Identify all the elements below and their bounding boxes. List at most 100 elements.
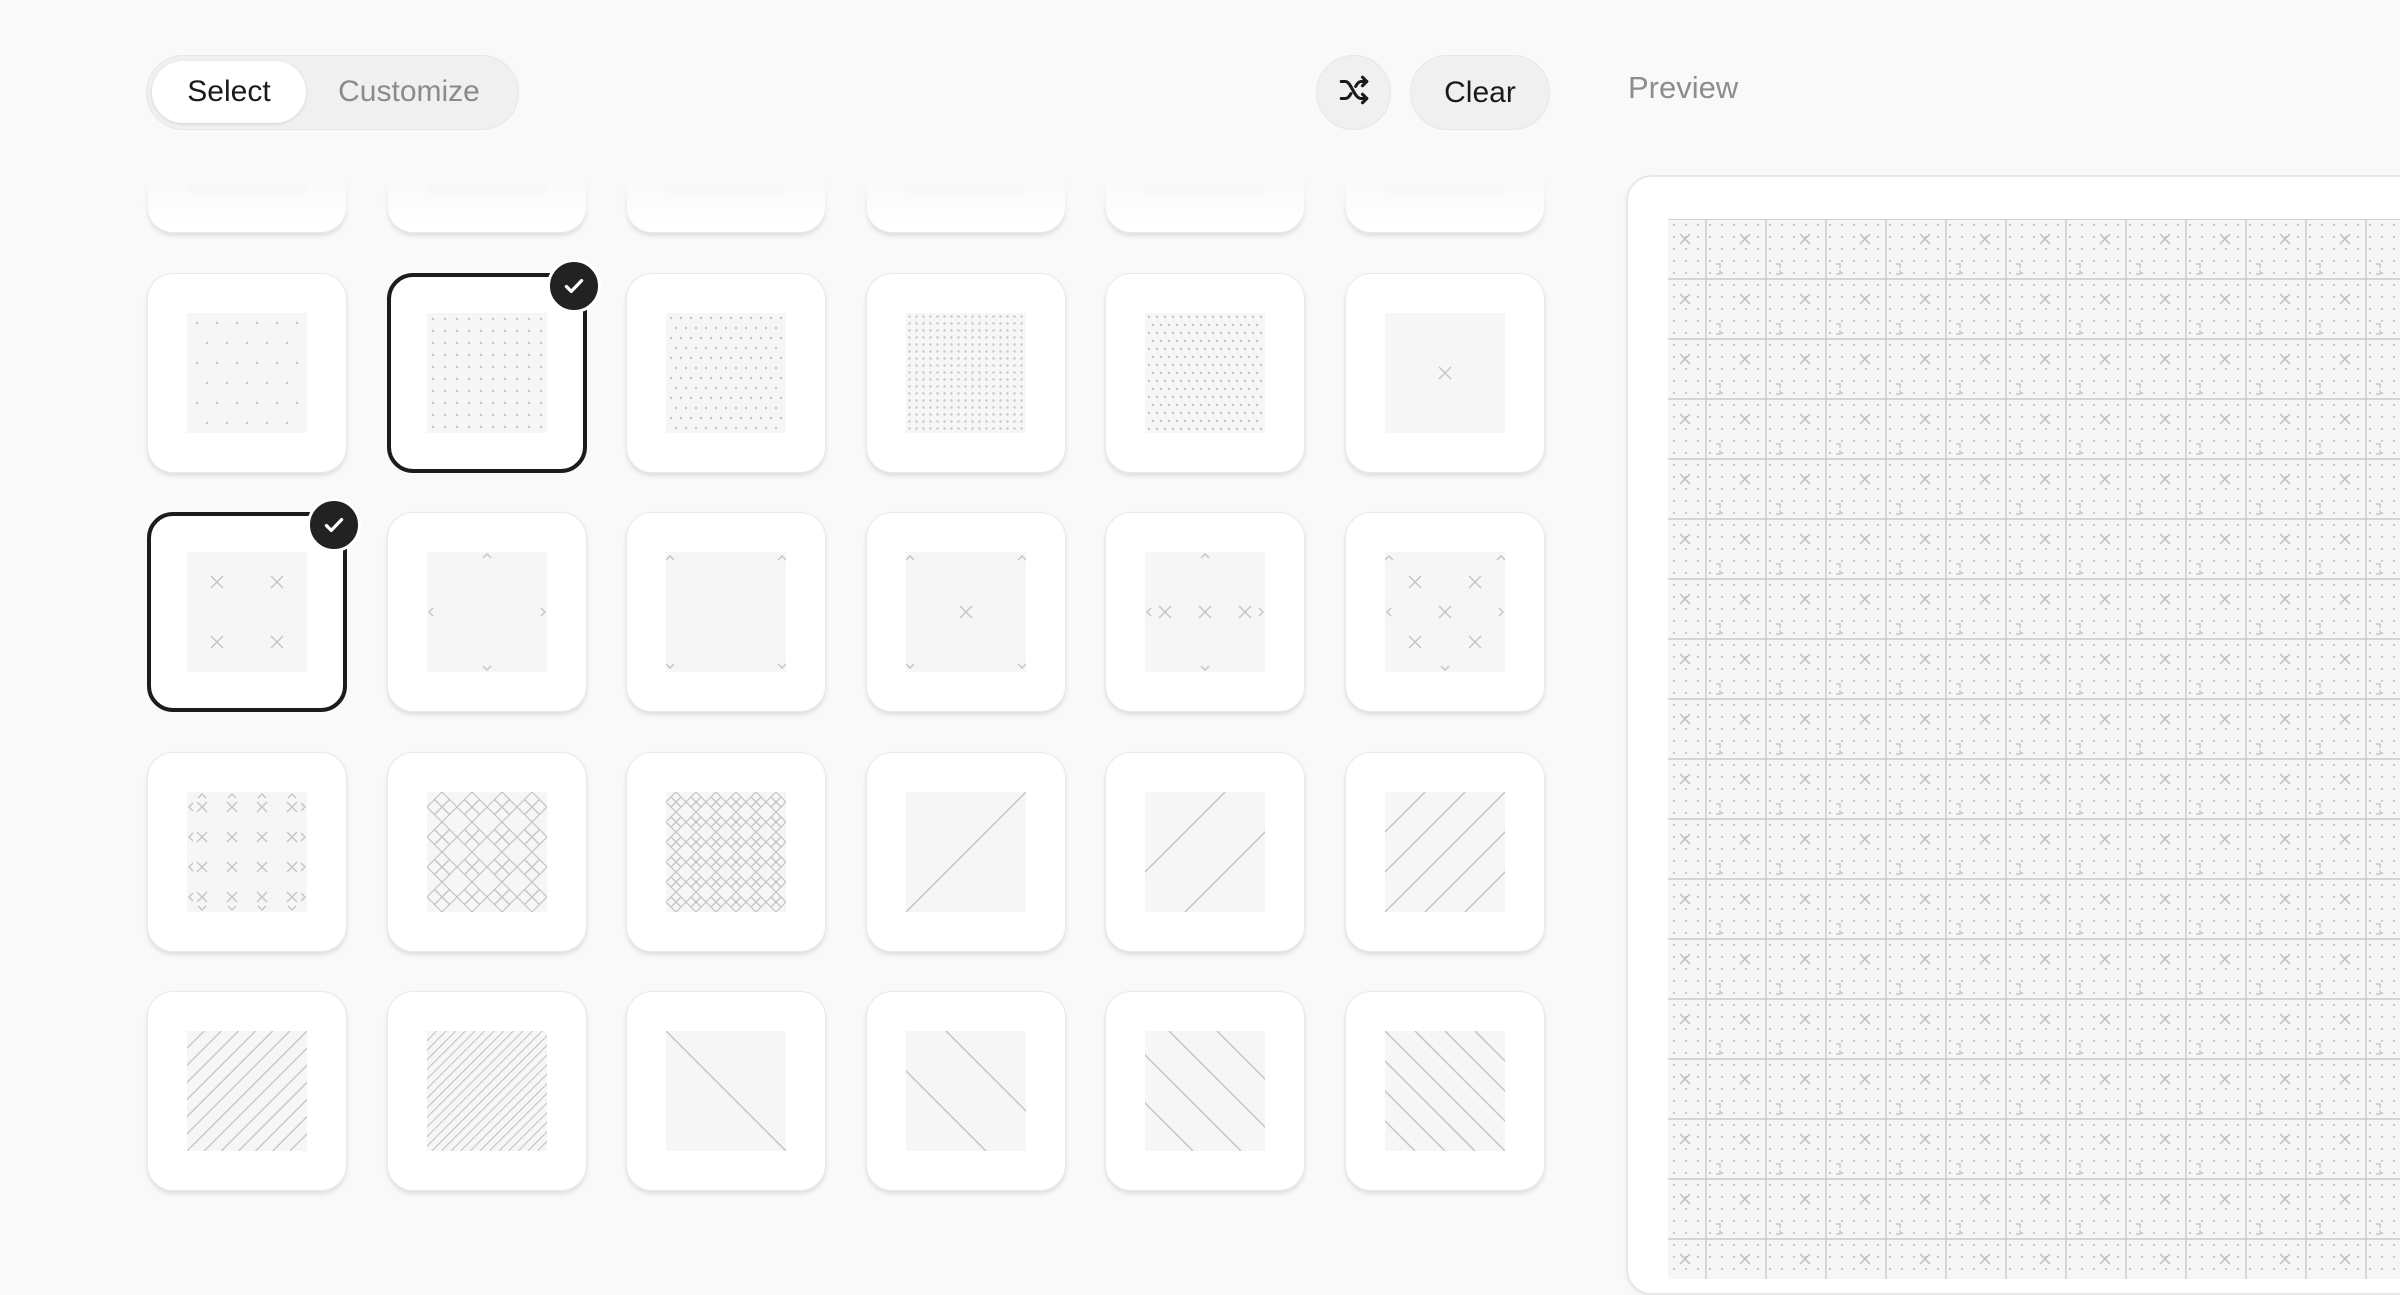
pattern-card-dots-sparse[interactable] [147,168,347,233]
pattern-thumbnail [187,168,307,193]
pattern-card-dots-medium[interactable] [626,273,826,473]
pattern-card-anti-diagonal-many[interactable] [1345,991,1545,1191]
pattern-thumbnail [1145,552,1265,672]
preview-canvas [1668,219,2400,1279]
pattern-swatch [427,1031,547,1151]
pattern-card-cross-lattice[interactable] [387,752,587,952]
pattern-swatch [187,168,307,193]
pattern-thumbnail [666,168,786,193]
pattern-swatch [666,1031,786,1151]
pattern-card-corner-marks[interactable] [626,512,826,712]
pattern-card-diagonal-single[interactable] [866,752,1066,952]
pattern-card-diagonal-many[interactable] [1345,752,1545,952]
pattern-thumbnail [1385,313,1505,433]
pattern-card-diagonal-two[interactable] [1105,752,1305,952]
pattern-swatch [1385,552,1505,672]
pattern-swatch [187,313,307,433]
pattern-swatch [1145,168,1265,193]
pattern-swatch [427,792,547,912]
preview-pattern [1668,219,2400,1279]
pattern-card-cross-corners[interactable] [866,512,1066,712]
pattern-card-dots-sparse[interactable] [1345,168,1545,233]
pattern-swatch [1145,792,1265,912]
pattern-thumbnail [1385,792,1505,912]
pattern-thumbnail [427,1031,547,1151]
pattern-swatch [666,552,786,672]
pattern-card-anti-diagonal-few[interactable] [1105,991,1305,1191]
pattern-thumbnail [666,792,786,912]
pattern-swatch [1385,1031,1505,1151]
mode-toggle: Select Customize [146,55,519,130]
pattern-card-cross-lattice-dense[interactable] [626,752,826,952]
pattern-card-diagonal-finest[interactable] [387,991,587,1191]
tab-select[interactable]: Select [152,61,306,123]
pattern-thumbnail [427,552,547,672]
pattern-grid [120,168,1580,1260]
pattern-card-cross-chevrons-dense[interactable] [1345,512,1545,712]
pattern-thumbnail [1145,1031,1265,1151]
pattern-swatch [666,313,786,433]
pattern-swatch [427,552,547,672]
pattern-swatch [906,313,1026,433]
pattern-thumbnail [666,313,786,433]
preview-label: Preview [1628,70,1738,106]
pattern-thumbnail [187,1031,307,1151]
selected-check-icon [547,259,601,313]
shuffle-icon [1337,73,1371,112]
pattern-thumbnail [1385,1031,1505,1151]
shuffle-button[interactable] [1316,55,1391,130]
pattern-card-cross-single[interactable] [1345,273,1545,473]
selected-check-icon [307,498,361,552]
clear-button[interactable]: Clear [1410,55,1550,130]
pattern-thumbnail [1145,168,1265,193]
pattern-card-cross-four[interactable] [147,512,347,712]
pattern-thumbnail [906,792,1026,912]
pattern-thumbnail [427,792,547,912]
pattern-thumbnail [666,1031,786,1151]
pattern-card-cross-chevrons[interactable] [1105,512,1305,712]
pattern-thumbnail [427,313,547,433]
pattern-card-anti-diagonal-single[interactable] [626,991,826,1191]
pattern-card-dots-sparse[interactable] [626,168,826,233]
tab-customize[interactable]: Customize [309,61,509,123]
pattern-swatch [1145,552,1265,672]
pattern-swatch [666,792,786,912]
pattern-card-dots-offset[interactable] [147,273,347,473]
pattern-thumbnail [906,552,1026,672]
pattern-swatch [427,168,547,193]
pattern-swatch [187,792,307,912]
pattern-swatch [187,552,307,672]
pattern-card-cross-grid[interactable] [147,752,347,952]
pattern-swatch [1385,313,1505,433]
pattern-thumbnail [906,313,1026,433]
pattern-swatch [906,792,1026,912]
pattern-card-anti-diagonal-two[interactable] [866,991,1066,1191]
pattern-card-dots-sparse[interactable] [387,168,587,233]
preview-panel [1626,175,2400,1295]
pattern-thumbnail [1145,792,1265,912]
pattern-swatch [187,1031,307,1151]
pattern-swatch [1145,1031,1265,1151]
pattern-thumbnail [187,313,307,433]
pattern-card-dots-diagonal-dense[interactable] [1105,273,1305,473]
pattern-card-dots-sparse[interactable] [1105,168,1305,233]
pattern-swatch [427,313,547,433]
pattern-card-dots-grid[interactable] [387,273,587,473]
pattern-card-dots-dense[interactable] [866,273,1066,473]
pattern-thumbnail [666,552,786,672]
pattern-thumbnail [187,792,307,912]
pattern-thumbnail [906,1031,1026,1151]
pattern-thumbnail [906,168,1026,193]
pattern-swatch [666,168,786,193]
pattern-card-chevrons-edge[interactable] [387,512,587,712]
pattern-swatch [906,168,1026,193]
pattern-card-dots-sparse[interactable] [866,168,1066,233]
pattern-thumbnail [1385,168,1505,193]
pattern-swatch [1385,168,1505,193]
pattern-swatch [1385,792,1505,912]
pattern-swatch [1145,313,1265,433]
pattern-thumbnail [1145,313,1265,433]
pattern-card-diagonal-fine[interactable] [147,991,347,1191]
pattern-thumbnail [187,552,307,672]
pattern-swatch [906,552,1026,672]
